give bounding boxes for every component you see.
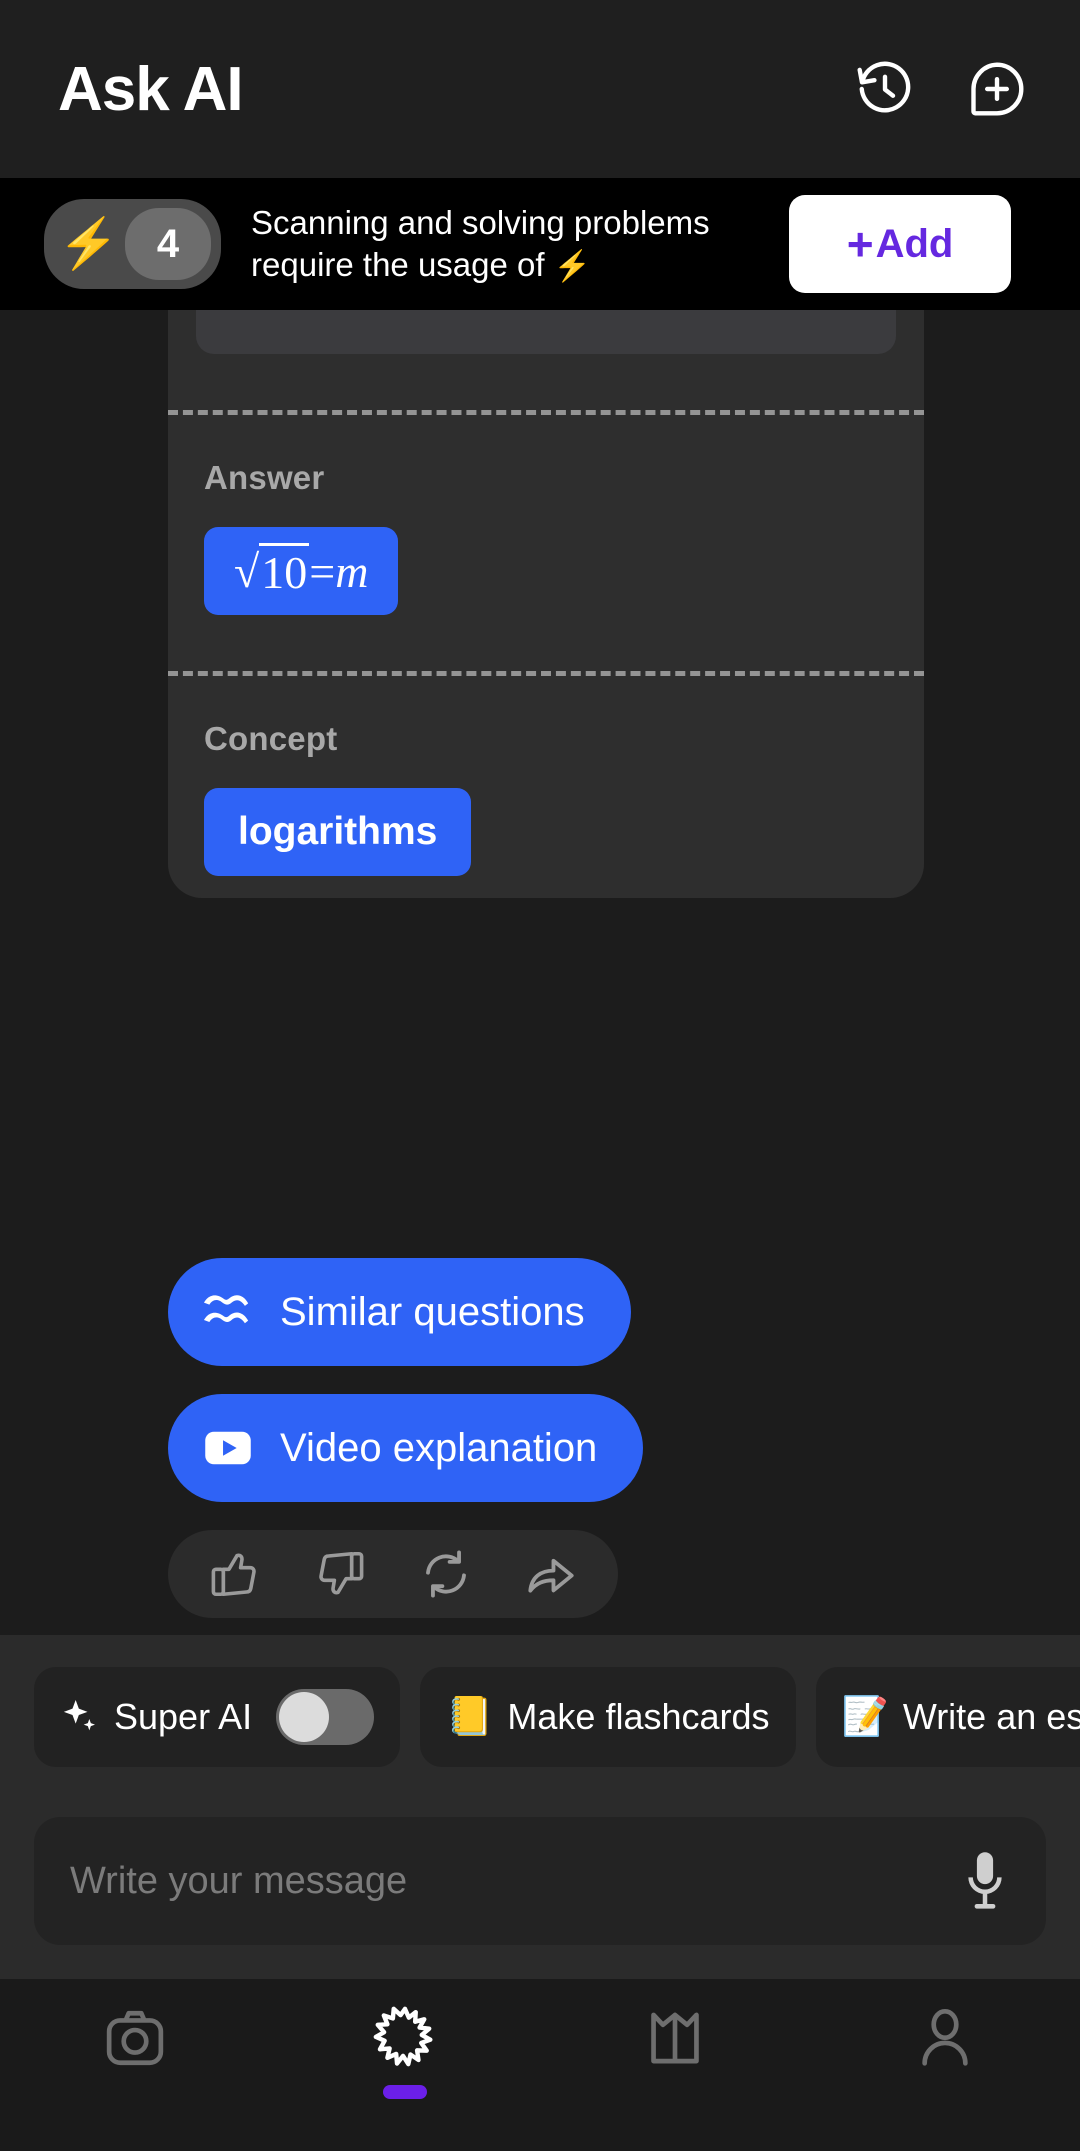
nav-item-library[interactable] xyxy=(540,2005,810,2099)
message-input[interactable] xyxy=(70,1859,958,1903)
write-essay-button[interactable]: 📝 Write an essay xyxy=(815,1667,1080,1767)
app-header: Ask AI xyxy=(0,0,1080,178)
nav-active-indicator xyxy=(383,2085,427,2099)
profile-person-icon xyxy=(922,2008,968,2066)
write-essay-label: Write an essay xyxy=(902,1696,1080,1737)
banner-message: Scanning and solving problems require th… xyxy=(245,202,765,287)
header-actions xyxy=(854,58,1028,120)
video-explanation-button[interactable]: Video explanation xyxy=(168,1394,644,1502)
page-title: Ask AI xyxy=(58,54,244,124)
answer-value-chip[interactable]: √ 10 = m xyxy=(204,527,399,615)
play-button-icon xyxy=(205,1431,251,1465)
add-button-label: Add xyxy=(875,221,954,266)
answer-divider-bottom xyxy=(168,671,924,676)
nav-item-profile[interactable] xyxy=(810,2005,1080,2099)
thumbs-up-icon[interactable] xyxy=(208,1547,262,1601)
chat-scroll-area[interactable]: Answer √ 10 = m Concept logarithms Simila… xyxy=(0,310,1080,1635)
video-explanation-label: Video explanation xyxy=(280,1425,598,1470)
super-ai-toggle-chip[interactable]: Super AI xyxy=(34,1667,401,1767)
super-ai-toggle[interactable] xyxy=(276,1689,375,1745)
banner-message-text: Scanning and solving problems require th… xyxy=(251,203,710,283)
similar-questions-label: Similar questions xyxy=(280,1289,585,1334)
banner-inline-bolt-icon: ⚡ xyxy=(553,249,592,283)
answer-card: Answer √ 10 = m Concept logarithms xyxy=(168,310,924,898)
add-energy-button[interactable]: + Add xyxy=(789,195,1012,293)
book-icon xyxy=(651,2012,699,2064)
concept-section-label: Concept xyxy=(204,720,338,757)
make-flashcards-button[interactable]: 📒 Make flashcards xyxy=(420,1667,796,1767)
toggle-knob xyxy=(279,1692,330,1742)
energy-count: 4 xyxy=(125,208,212,280)
microphone-icon[interactable] xyxy=(958,1848,1012,1914)
message-composer xyxy=(0,1771,1080,1979)
plus-icon: + xyxy=(846,218,874,270)
answer-actions: Similar questions Video explanation xyxy=(168,1258,644,1618)
energy-banner: ⚡ 4 Scanning and solving problems requir… xyxy=(0,178,1080,310)
sparkle-icon xyxy=(63,1700,95,1731)
approximately-equal-icon xyxy=(203,1295,249,1324)
answer-divider-top xyxy=(168,410,924,415)
question-stub-clipped xyxy=(196,310,896,354)
similar-questions-button[interactable]: Similar questions xyxy=(168,1258,631,1366)
message-input-box[interactable] xyxy=(34,1817,1046,1945)
lightning-bolt-icon: ⚡ xyxy=(58,216,120,271)
camera-icon xyxy=(106,2010,164,2066)
ask-ai-screen: Ask AI ⚡ 4 Scanning and solving problems… xyxy=(0,0,1080,2151)
regenerate-icon[interactable] xyxy=(419,1547,473,1601)
share-icon[interactable] xyxy=(524,1547,578,1601)
flashcards-emoji-icon: 📒 xyxy=(446,1696,494,1738)
ai-starburst-icon xyxy=(373,2006,433,2067)
make-flashcards-label: Make flashcards xyxy=(507,1696,770,1737)
bottom-navigation xyxy=(0,1979,1080,2151)
nav-item-camera[interactable] xyxy=(0,2005,270,2099)
concept-chip[interactable]: logarithms xyxy=(204,788,472,876)
nav-item-ask-ai[interactable] xyxy=(270,2005,540,2099)
answer-radicand: 10 xyxy=(259,543,310,599)
quick-actions-row[interactable]: Super AI 📒 Make flashcards 📝 Write an es… xyxy=(0,1663,1080,1771)
answer-equals: = xyxy=(309,545,336,597)
super-ai-label: Super AI xyxy=(114,1696,253,1737)
thumbs-down-icon[interactable] xyxy=(313,1547,367,1601)
answer-radical: √ xyxy=(234,545,260,597)
history-clock-icon[interactable] xyxy=(854,58,916,120)
new-chat-plus-icon[interactable] xyxy=(966,58,1028,120)
answer-variable: m xyxy=(335,545,369,597)
energy-badge[interactable]: ⚡ 4 xyxy=(44,199,222,289)
answer-section-label: Answer xyxy=(204,459,325,496)
feedback-bar xyxy=(168,1530,618,1618)
bottom-panel: Super AI 📒 Make flashcards 📝 Write an es… xyxy=(0,1635,1080,1979)
essay-emoji-icon: 📝 xyxy=(841,1696,889,1738)
